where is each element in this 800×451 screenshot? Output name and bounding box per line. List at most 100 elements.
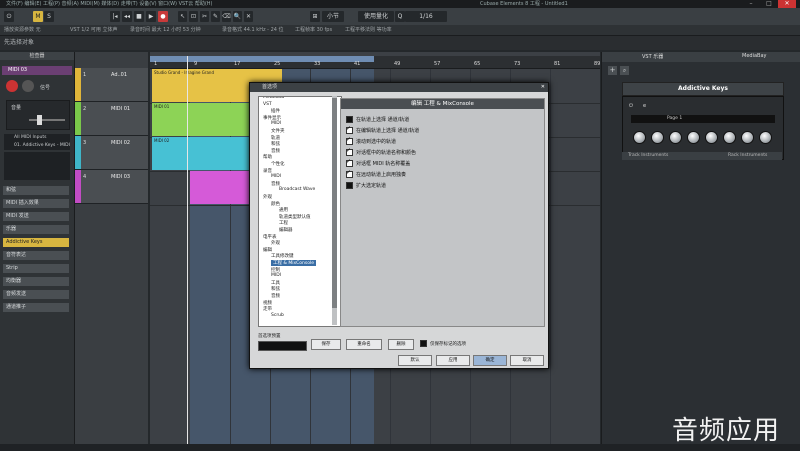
inspector-section-addictive-keys[interactable]: Addictive Keys [3, 238, 69, 247]
tree-item[interactable]: 个性化 [271, 161, 285, 167]
tree-item[interactable]: 工程 & MixConsole [271, 260, 317, 266]
tree-item[interactable]: 轨道 [271, 135, 280, 141]
track-row[interactable]: 4 MIDI 03 [75, 170, 148, 204]
tree-item[interactable]: 插件 [271, 108, 280, 114]
quantize-icon[interactable]: Q [395, 11, 405, 22]
tab-vst-instruments[interactable]: VST 乐器 [642, 53, 663, 60]
solo-button[interactable]: S [44, 11, 54, 22]
pointer-tool-icon[interactable]: ↖ [178, 11, 187, 22]
quick-control-knob[interactable] [759, 131, 772, 144]
snap-icon[interactable]: ⊞ [310, 11, 320, 22]
track-row[interactable]: 2 MIDI 01 [75, 102, 148, 136]
tree-item[interactable]: MIDI [271, 121, 281, 126]
menu-bar[interactable]: 文件(F) 编辑(E) 工程(P) 音频(A) MIDI(M) 媒体(D) 走带… [6, 1, 212, 7]
output-routing-select[interactable]: 01. Addictive Keys - MIDI [14, 142, 70, 150]
cancel-button[interactable]: 取消 [510, 355, 544, 366]
tree-item[interactable]: Broadcast Wave [279, 187, 315, 192]
tree-item[interactable]: 外观 [263, 194, 272, 200]
inspector-section-instrument[interactable]: 乐器 [3, 225, 69, 234]
checkbox[interactable] [420, 340, 427, 347]
tree-item[interactable]: Scrub [271, 313, 284, 318]
close-icon[interactable]: ✕ [541, 83, 545, 92]
monitor-icon[interactable] [22, 80, 34, 92]
power-icon[interactable]: ⏻ [629, 103, 633, 109]
preset-select[interactable] [258, 341, 307, 351]
erase-tool-icon[interactable]: ⌫ [222, 11, 231, 22]
tree-item[interactable]: VST [263, 102, 272, 107]
stop-button[interactable]: ■ [134, 11, 144, 22]
tree-item[interactable]: MIDI [271, 273, 281, 278]
tree-item[interactable]: 和弦 [271, 141, 280, 147]
option-row[interactable]: 在编辑轨道上选择 通道/轨道 [346, 125, 419, 135]
search-icon[interactable]: ⌕ [620, 66, 629, 75]
quick-control-knob[interactable] [633, 131, 646, 144]
track-name[interactable]: MIDI 03 [111, 174, 130, 180]
mute-tool-icon[interactable]: ✕ [244, 11, 253, 22]
quick-control-knob[interactable] [669, 131, 682, 144]
draw-tool-icon[interactable]: ✎ [211, 11, 220, 22]
split-tool-icon[interactable]: ✂ [200, 11, 209, 22]
save-marked-only[interactable]: 仅保存标记的选项 [420, 340, 466, 347]
input-routing-select[interactable]: All MIDI Inputs [14, 134, 46, 142]
tree-item[interactable]: Metadata [263, 97, 284, 100]
tree-item[interactable]: 录音 [263, 168, 272, 174]
inspector-section-note-expression[interactable]: 音符表达 [3, 251, 69, 260]
tree-scroll-thumb[interactable] [332, 98, 337, 308]
option-row[interactable]: 扩大选定轨道 [346, 182, 386, 190]
quantize-select[interactable]: 1/16 [405, 11, 447, 22]
play-button[interactable]: ▶ [146, 11, 156, 22]
zoom-tool-icon[interactable]: 🔍 [233, 11, 242, 22]
track-name[interactable]: MIDI 01 [111, 106, 130, 112]
checkbox[interactable] [346, 125, 353, 134]
mute-button[interactable]: M [33, 11, 43, 22]
rack-instruments-label[interactable]: Rack Instruments [728, 152, 767, 160]
quick-control-knob[interactable] [741, 131, 754, 144]
checkbox[interactable] [346, 169, 353, 178]
option-row[interactable]: 在远动轨道上启用独奏 [346, 169, 406, 179]
tree-item[interactable]: 控制 [271, 267, 280, 273]
tree-item[interactable]: 视频 [263, 300, 272, 306]
checkbox[interactable] [346, 116, 353, 123]
option-row[interactable]: 滚动到选中的轨道 [346, 136, 396, 146]
quick-control-knob[interactable] [651, 131, 664, 144]
instrument-slot-name[interactable]: Addictive Keys [622, 82, 784, 96]
tree-item[interactable]: 编辑 [263, 247, 272, 253]
tree-item[interactable]: 工具 [271, 280, 280, 286]
tree-item[interactable]: 工程 [279, 220, 288, 226]
option-row[interactable]: 对话框中的轨道名称和颜色 [346, 147, 416, 157]
tree-item[interactable]: 音频 [271, 181, 280, 187]
inspector-section-strip[interactable]: Strip [3, 264, 69, 273]
minimize-icon[interactable]: – [742, 0, 760, 8]
delete-button[interactable]: 删除 [388, 339, 414, 350]
tree-item[interactable]: 通用 [279, 207, 288, 213]
inspector-section-audio-sends[interactable]: 音频发送 [3, 290, 69, 299]
rename-button[interactable]: 重命名 [346, 339, 382, 350]
option-row[interactable]: 在轨道上选择 通道/轨道 [346, 116, 409, 124]
inspector-section-channel-fader[interactable]: 通道推子 [3, 303, 69, 312]
save-button[interactable]: 保存 [311, 339, 341, 350]
tree-item[interactable]: MIDI [271, 174, 281, 179]
quick-control-knob[interactable] [687, 131, 700, 144]
tree-item[interactable]: 音频 [271, 148, 280, 154]
maximize-icon[interactable]: □ [760, 0, 778, 8]
inspector-track-name[interactable]: MIDI 03 [2, 66, 72, 75]
preset-field[interactable]: Page 1 [631, 115, 775, 123]
default-button[interactable]: 默认 [398, 355, 432, 366]
tree-scrollbar[interactable] [332, 96, 337, 325]
record-enable-icon[interactable] [6, 80, 18, 92]
checkbox[interactable] [346, 136, 353, 145]
quick-control-knob[interactable] [723, 131, 736, 144]
project-cursor[interactable] [187, 56, 188, 444]
track-row[interactable]: 1 Ad..01 [75, 68, 148, 102]
track-instruments-label[interactable]: Track Instruments [628, 152, 668, 160]
add-instrument-icon[interactable]: + [608, 66, 617, 75]
activate-project-button[interactable]: ⏻ [4, 11, 14, 22]
checkbox[interactable] [346, 147, 353, 156]
go-start-button[interactable]: |◂ [110, 11, 120, 22]
apply-button[interactable]: 应用 [436, 355, 470, 366]
inspector-section-midi-inserts[interactable]: MIDI 插入效果 [3, 199, 69, 208]
tree-item[interactable]: 工具修改键 [271, 253, 294, 259]
edit-icon[interactable]: e [643, 103, 646, 109]
tree-item[interactable]: 外观 [271, 240, 280, 246]
inspector-section-midi-sends[interactable]: MIDI 发送 [3, 212, 69, 221]
